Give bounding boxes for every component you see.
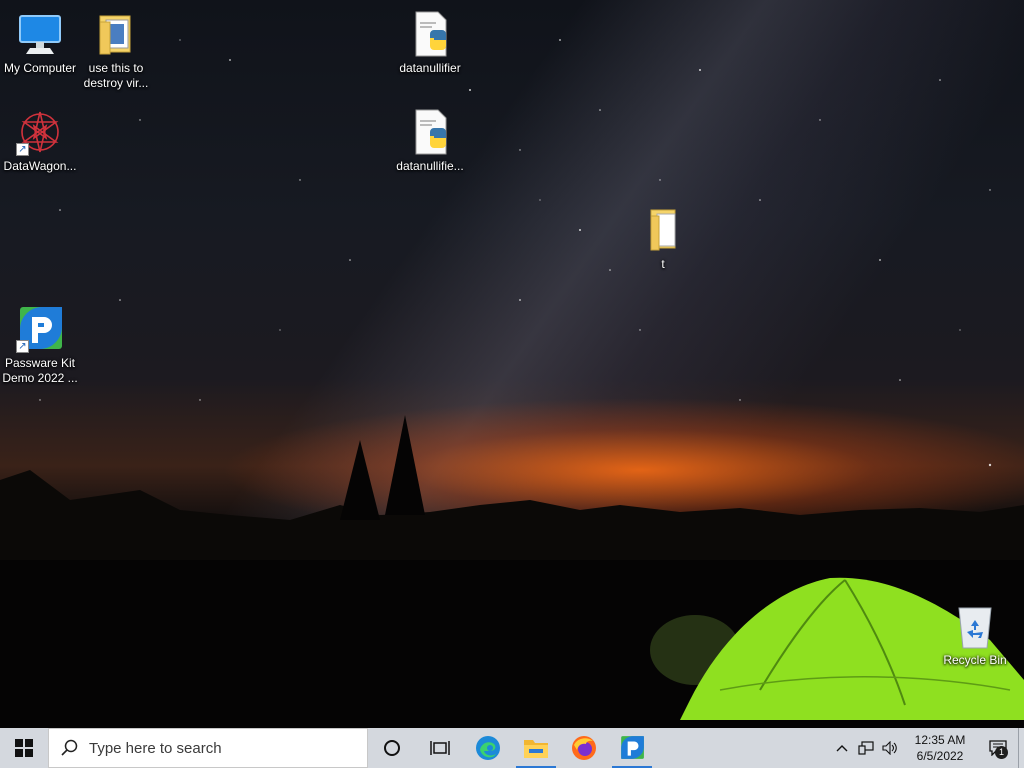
recycle-bin-icon xyxy=(951,602,999,650)
stars xyxy=(39,39,992,467)
desktop-wallpaper xyxy=(0,0,1024,728)
taskbar-passware[interactable] xyxy=(608,728,656,768)
desktop-icon-label: t xyxy=(661,257,665,271)
clock-time: 12:35 AM xyxy=(914,733,966,747)
desktop-icon-passware-kit[interactable]: ↗ Passware Kit Demo 2022 ... xyxy=(0,305,80,386)
volume-icon xyxy=(882,741,897,755)
show-hidden-icons-button[interactable] xyxy=(830,728,854,768)
clock-date: 6/5/2022 xyxy=(916,749,964,763)
computer-icon xyxy=(16,10,64,58)
desktop-icon-label: Recycle Bin xyxy=(943,653,1007,667)
taskbar-file-explorer[interactable] xyxy=(512,728,560,768)
desktop-icon-label: datanullifie... xyxy=(396,159,464,173)
folder-icon xyxy=(639,206,687,254)
folder-documents-icon xyxy=(92,10,140,58)
task-view-icon xyxy=(430,741,450,755)
passware-icon: ↗ xyxy=(16,305,64,353)
cortana-icon xyxy=(384,740,400,756)
desktop-icon-datanullifier[interactable]: datanullifier xyxy=(390,10,470,76)
task-view-button[interactable] xyxy=(416,728,464,768)
edge-icon xyxy=(476,736,500,760)
desktop-icon-label: use this to destroy vir... xyxy=(83,61,149,90)
firefox-icon xyxy=(572,736,596,760)
desktop-icon-my-computer[interactable]: My Computer xyxy=(0,10,80,76)
shortcut-arrow-icon: ↗ xyxy=(16,340,29,353)
search-icon xyxy=(61,739,78,756)
datawagon-icon: ↗ xyxy=(16,108,64,156)
clock[interactable]: 12:35 AM 6/5/2022 xyxy=(902,732,978,764)
desktop-icon-label: My Computer xyxy=(3,61,77,75)
chevron-up-icon xyxy=(836,745,848,752)
taskbar-edge[interactable] xyxy=(464,728,512,768)
action-center-button[interactable]: 1 xyxy=(978,728,1018,768)
start-button[interactable] xyxy=(0,728,48,768)
wallpaper-scene xyxy=(0,39,1024,728)
python-file-icon xyxy=(406,10,454,58)
windows-logo-icon xyxy=(15,739,33,757)
network-icon xyxy=(858,741,874,755)
taskbar: Type here to search 12:35 AM 6/5/2022 1 xyxy=(0,728,1024,768)
desktop-icon-datawagon[interactable]: ↗ DataWagon... xyxy=(0,108,80,174)
desktop-icon-datanullifier-2[interactable]: datanullifie... xyxy=(390,108,470,174)
desktop-icon-label: datanullifier xyxy=(399,61,461,75)
system-tray: 12:35 AM 6/5/2022 1 xyxy=(830,728,1024,768)
passware-icon xyxy=(621,736,644,759)
search-placeholder: Type here to search xyxy=(89,739,222,757)
desktop-icon-label: DataWagon... xyxy=(3,159,77,173)
desktop-icon-folder-t[interactable]: t xyxy=(623,206,703,272)
taskbar-firefox[interactable] xyxy=(560,728,608,768)
notification-badge: 1 xyxy=(995,746,1008,759)
cortana-button[interactable] xyxy=(368,728,416,768)
desktop-icon-use-this-to-destroy[interactable]: use this to destroy vir... xyxy=(76,10,156,91)
search-box[interactable]: Type here to search xyxy=(48,728,368,768)
file-explorer-icon xyxy=(524,740,548,758)
volume-button[interactable] xyxy=(878,728,902,768)
desktop-icon-recycle-bin[interactable]: Recycle Bin xyxy=(935,602,1015,668)
python-file-icon xyxy=(406,108,454,156)
shortcut-arrow-icon: ↗ xyxy=(16,143,29,156)
show-desktop-button[interactable] xyxy=(1018,728,1024,768)
tree-silhouettes xyxy=(340,415,425,520)
desktop-icon-label: Passware Kit Demo 2022 ... xyxy=(2,356,78,385)
network-button[interactable] xyxy=(854,728,878,768)
